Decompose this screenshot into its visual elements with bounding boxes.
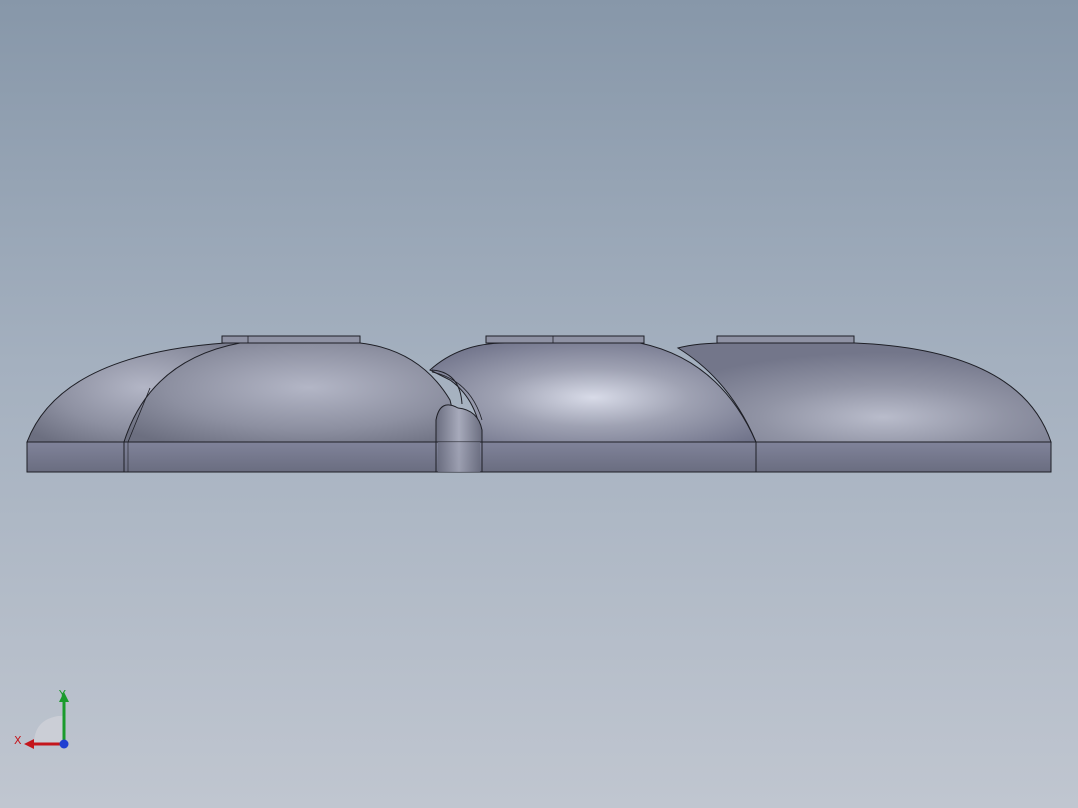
left-top-cap	[221, 335, 361, 344]
reference-triad[interactable]: Y X	[12, 686, 76, 752]
x-axis-label: X	[14, 734, 22, 747]
model-view[interactable]	[0, 0, 1078, 808]
middle-top-cap	[485, 335, 645, 344]
base-band	[26, 441, 1052, 473]
right-top-cap	[716, 335, 855, 344]
y-axis-label: Y	[58, 688, 66, 701]
z-axis-dot	[59, 739, 69, 749]
triad-quarter-disk-icon	[34, 716, 64, 744]
graphics-viewport[interactable]: Y X	[0, 0, 1078, 808]
